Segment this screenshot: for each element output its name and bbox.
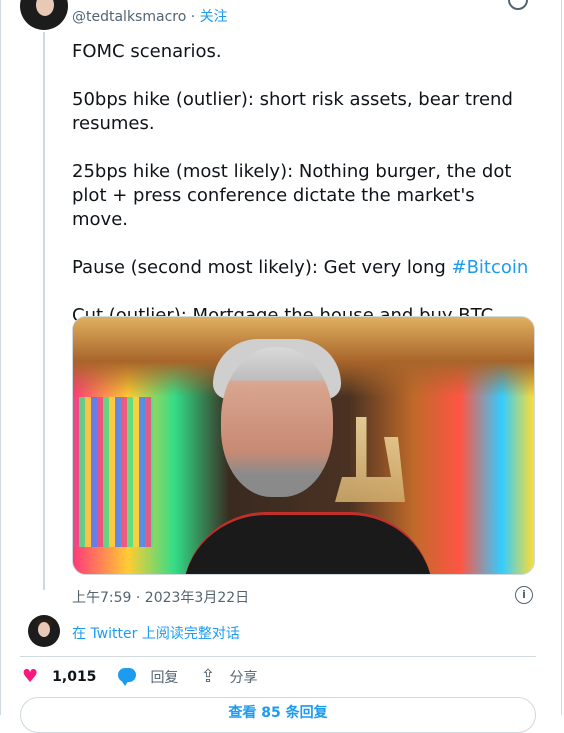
reply-bubble-icon <box>118 668 137 686</box>
divider <box>20 656 536 657</box>
pause-text: Pause (second most likely): Get very lon… <box>72 257 452 278</box>
info-icon[interactable]: i <box>515 586 533 604</box>
view-replies-button[interactable]: 查看 85 条回复 <box>20 697 536 733</box>
reply-button[interactable]: 回复 <box>118 667 178 687</box>
tweet-paragraph: FOMC scenarios. <box>72 41 222 62</box>
tweet-text: FOMC scenarios. 50bps hike (outlier): sh… <box>72 40 532 352</box>
tweet-media-image[interactable] <box>72 316 535 575</box>
heart-icon: ♥ <box>22 666 39 687</box>
media-person-head <box>221 347 333 497</box>
reader-avatar[interactable] <box>28 615 60 647</box>
avatar-face <box>38 622 50 637</box>
media-bookshelf <box>73 397 153 547</box>
tweet-timestamp[interactable]: 上午7:59 · 2023年3月22日 <box>72 587 249 607</box>
like-button[interactable]: ♥ 1,015 <box>22 668 96 686</box>
like-count: 1,015 <box>52 669 97 685</box>
tweet-paragraph-pause: Pause (second most likely): Get very lon… <box>72 256 532 280</box>
share-label: 分享 <box>229 670 258 686</box>
reply-label: 回复 <box>150 670 179 686</box>
handle-separator: · <box>186 9 200 25</box>
avatar-face <box>36 0 54 16</box>
thread-line <box>43 32 45 590</box>
media-person-body <box>183 512 433 574</box>
share-icon: ⇪ <box>200 666 216 687</box>
share-button[interactable]: ⇪ 分享 <box>200 667 257 687</box>
author-header: @tedtalksmacro · 关注 <box>72 6 228 26</box>
media-ship-model <box>335 417 405 502</box>
author-handle[interactable]: @tedtalksmacro <box>72 9 186 25</box>
read-full-thread-link[interactable]: 在 Twitter 上阅读完整对话 <box>72 623 240 643</box>
action-bar: ♥ 1,015 回复 ⇪ 分享 <box>22 666 280 688</box>
tweet-paragraph: 25bps hike (most likely): Nothing burger… <box>72 161 512 230</box>
hashtag-link[interactable]: #Bitcoin <box>452 257 529 278</box>
tweet-paragraph: 50bps hike (outlier): short risk assets,… <box>72 89 513 134</box>
follow-link[interactable]: 关注 <box>200 9 228 25</box>
